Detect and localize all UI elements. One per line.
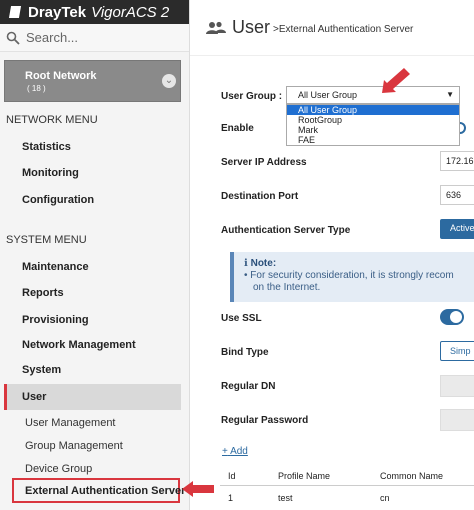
destination-port-input[interactable]: 636 <box>440 185 474 205</box>
regular-password-input[interactable] <box>440 409 474 431</box>
add-button[interactable]: + Add <box>222 446 248 457</box>
submenu-group-management[interactable]: Group Management <box>25 440 123 452</box>
use-ssl-toggle[interactable] <box>440 309 464 325</box>
table-header: Id Profile Name Common Name <box>220 466 474 486</box>
table-row[interactable]: 1 test cn <box>220 488 474 506</box>
sidebar: DrayTek VigorACS 2 Search... Root Networ… <box>0 0 190 510</box>
search-placeholder: Search... <box>26 30 79 45</box>
submenu-device-group[interactable]: Device Group <box>25 463 92 475</box>
page-subtitle: >External Authentication Server <box>273 24 414 35</box>
submenu-external-authentication-server-label: External Authentication Server <box>25 485 186 497</box>
page-header: User >External Authentication Server <box>190 0 474 56</box>
auth-type-active-button[interactable]: Active <box>440 219 474 239</box>
regular-password-label: Regular Password <box>221 415 309 426</box>
user-group-selected-value: All User Group <box>298 90 358 100</box>
note-text: For security consideration, it is strong… <box>250 270 454 281</box>
submenu-external-authentication-server[interactable]: External Authentication Server <box>12 478 185 503</box>
menu-item-user-label: User <box>22 391 47 403</box>
menu-item-system[interactable]: System <box>22 364 61 376</box>
network-menu-header: NETWORK MENU <box>6 114 98 126</box>
user-group-option[interactable]: RootGroup <box>287 115 459 125</box>
regular-dn-input[interactable] <box>440 375 474 397</box>
menu-item-maintenance[interactable]: Maintenance <box>22 261 89 273</box>
chevron-down-icon[interactable]: ⌄ <box>162 74 176 88</box>
root-network-count: ( 18 ) <box>27 84 46 93</box>
product-name: VigorACS 2 <box>91 3 170 21</box>
security-note: ℹ Note: • For security consideration, it… <box>230 252 474 302</box>
note-title: Note: <box>250 258 277 269</box>
root-network-selector[interactable]: Root Network ( 18 ) ⌄ <box>4 60 181 102</box>
brand-name: DrayTek <box>28 3 87 21</box>
menu-item-configuration[interactable]: Configuration <box>22 194 94 206</box>
user-group-option[interactable]: Mark <box>287 125 459 135</box>
main-content: User >External Authentication Server Use… <box>190 0 474 510</box>
user-group-option[interactable]: FAE <box>287 135 459 145</box>
server-ip-input[interactable]: 172.16. <box>440 151 474 171</box>
enable-label: Enable <box>221 123 254 134</box>
info-icon: ℹ <box>244 258 248 269</box>
page-title: User <box>232 17 271 37</box>
cell-id: 1 <box>228 493 234 503</box>
enable-toggle[interactable] <box>460 122 466 134</box>
user-group-option[interactable]: All User Group <box>287 105 459 115</box>
column-header-id: Id <box>228 471 236 481</box>
users-icon <box>206 21 226 34</box>
menu-item-user[interactable]: User <box>4 384 181 410</box>
search-input[interactable]: Search... <box>0 24 189 52</box>
menu-item-statistics[interactable]: Statistics <box>22 141 71 153</box>
annotation-arrow-down-left-icon <box>382 68 410 93</box>
user-group-select[interactable]: All User Group ▼ <box>286 86 460 104</box>
bind-type-simple-button[interactable]: Simp <box>440 341 474 361</box>
server-ip-label: Server IP Address <box>221 157 307 168</box>
regular-dn-label: Regular DN <box>221 381 276 392</box>
auth-server-type-label: Authentication Server Type <box>221 225 351 236</box>
column-header-common-name: Common Name <box>380 471 444 481</box>
menu-item-network-management[interactable]: Network Management <box>22 339 136 351</box>
search-icon <box>6 31 20 45</box>
draytek-logo-icon <box>8 5 22 19</box>
menu-item-reports[interactable]: Reports <box>22 287 64 299</box>
use-ssl-label: Use SSL <box>221 313 262 324</box>
destination-port-label: Destination Port <box>221 191 299 202</box>
menu-item-monitoring[interactable]: Monitoring <box>22 167 79 179</box>
submenu-user-management[interactable]: User Management <box>25 417 116 429</box>
root-network-title: Root Network <box>25 70 97 82</box>
column-header-profile-name: Profile Name <box>278 471 331 481</box>
menu-item-provisioning[interactable]: Provisioning <box>22 314 89 326</box>
user-group-options-list: All User Group RootGroup Mark FAE <box>286 104 460 146</box>
plus-icon: + <box>222 446 228 457</box>
add-button-label: Add <box>230 446 248 457</box>
note-text-continued: on the Internet. <box>253 282 321 293</box>
user-group-label: User Group : <box>221 91 283 102</box>
system-menu-header: SYSTEM MENU <box>6 234 87 246</box>
bind-type-label: Bind Type <box>221 347 269 358</box>
logo-bar: DrayTek VigorACS 2 <box>0 0 189 24</box>
cell-profile-name: test <box>278 493 293 503</box>
dropdown-caret-icon: ▼ <box>446 90 454 99</box>
cell-common-name: cn <box>380 493 390 503</box>
